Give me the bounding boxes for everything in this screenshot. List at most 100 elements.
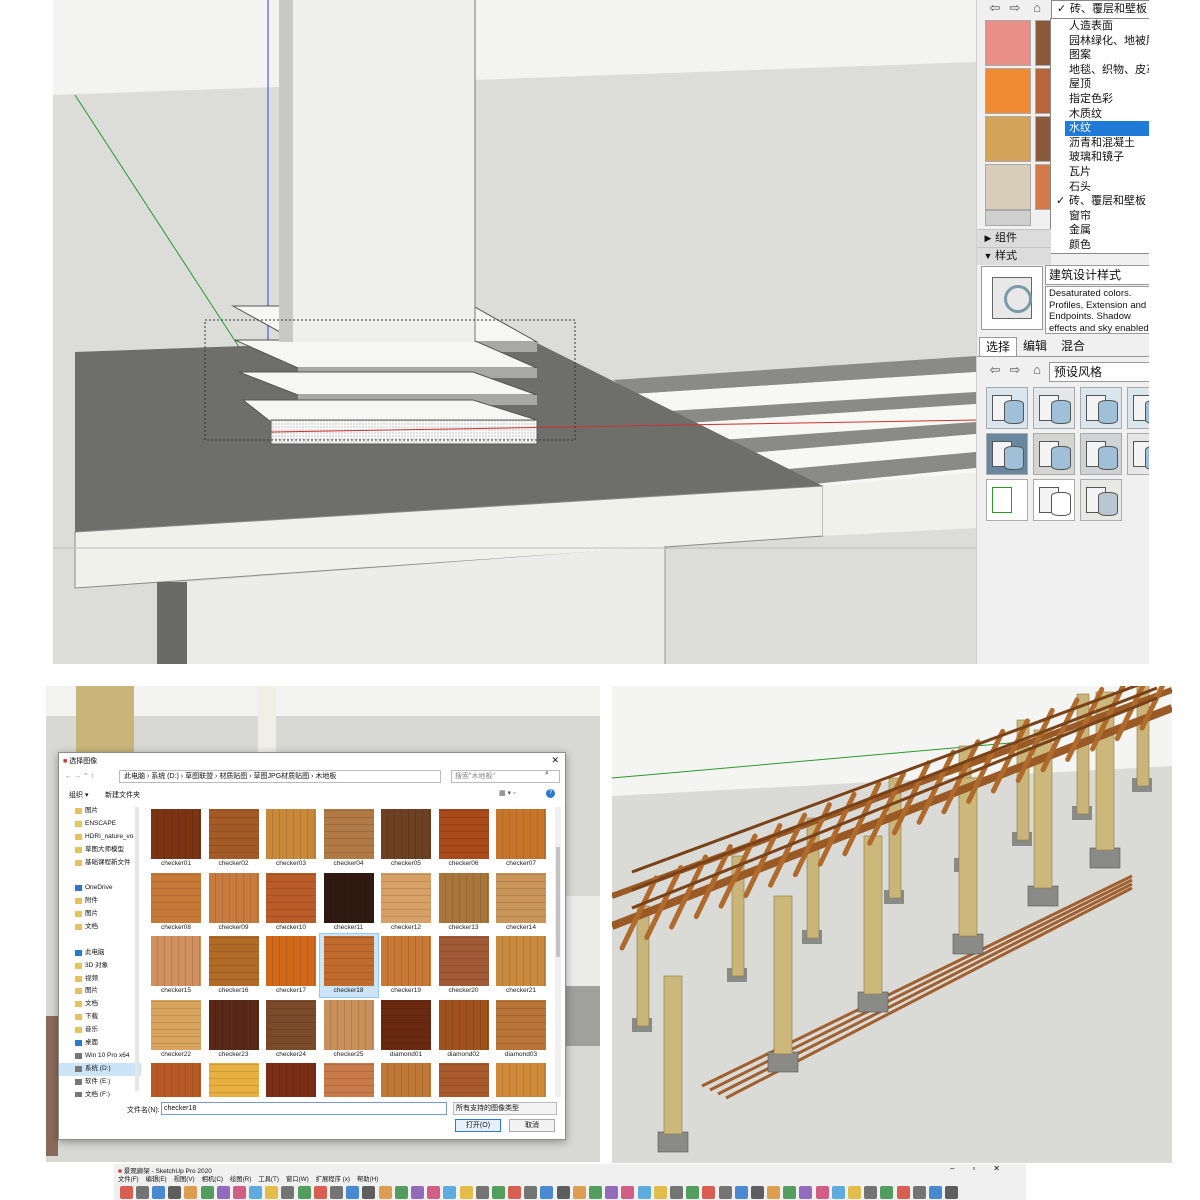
- breadcrumb-item[interactable]: 此电脑: [124, 773, 145, 780]
- file-item[interactable]: checker13: [435, 871, 493, 934]
- sidebar-item[interactable]: HDRI_nature_vo: [59, 831, 141, 844]
- material-category-list[interactable]: 人造表面 园林绿化、地被层 图案 地毯、织物、皮革 屋顶 指定色彩 木质纹 水纹 沥青和混凝土玻…: [1050, 18, 1149, 254]
- material-category-item[interactable]: 屋顶: [1051, 77, 1149, 92]
- toolbar-tool-icon[interactable]: [119, 1186, 133, 1199]
- style-thumbnail[interactable]: [1080, 387, 1122, 429]
- file-item[interactable]: checker24: [262, 998, 320, 1061]
- toolbar-tool-icon[interactable]: [508, 1186, 522, 1199]
- file-item[interactable]: checker16: [205, 934, 263, 997]
- file-item[interactable]: [377, 1061, 435, 1097]
- file-item[interactable]: checker15: [147, 934, 205, 997]
- toolbar-tool-icon[interactable]: [686, 1186, 700, 1199]
- search-input[interactable]: 搜索"木地板": [451, 770, 560, 783]
- material-category-item[interactable]: 颜色: [1051, 238, 1149, 253]
- toolbar-tool-icon[interactable]: [669, 1186, 683, 1199]
- help-icon[interactable]: ?: [546, 789, 555, 798]
- address-bar[interactable]: 此电脑 › 系统 (D:) › 草图联盟 › 材质贴图 › 草图JPG材质贴图 …: [119, 770, 441, 783]
- file-item[interactable]: [205, 1061, 263, 1097]
- toolbar-tool-icon[interactable]: [556, 1186, 570, 1199]
- toolbar-tool-icon[interactable]: [394, 1186, 408, 1199]
- cancel-button[interactable]: 取消: [509, 1119, 555, 1132]
- menu-item[interactable]: 帮助(H): [357, 1176, 378, 1183]
- toolbar-tool-icon[interactable]: [799, 1186, 813, 1199]
- toolbar-tool-icon[interactable]: [589, 1186, 603, 1199]
- material-category-item[interactable]: 水纹: [1065, 121, 1149, 136]
- navigation-pane[interactable]: 图片 ENSCAPE HDRI_nature_vo 草图大师模型 基础课程新文件 OneD…: [59, 805, 141, 1097]
- file-item[interactable]: checker25: [320, 998, 378, 1061]
- toolbar-tool-icon[interactable]: [653, 1186, 667, 1199]
- organize-button[interactable]: 组织 ▾: [69, 790, 88, 800]
- file-grid[interactable]: checker01 checker02 checker03 checker04 chec…: [147, 807, 553, 1097]
- toolbar-tool-icon[interactable]: [151, 1186, 165, 1199]
- toolbar-tool-icon[interactable]: [265, 1186, 279, 1199]
- toolbar-tool-icon[interactable]: [750, 1186, 764, 1199]
- material-category-item[interactable]: 窗帘: [1051, 209, 1149, 224]
- menu-item[interactable]: 工具(T): [258, 1176, 279, 1183]
- toolbar-tool-icon[interactable]: [945, 1186, 959, 1199]
- open-button[interactable]: 打开(O): [455, 1119, 501, 1132]
- toolbar-tool-icon[interactable]: [232, 1186, 246, 1199]
- toolbar-tool-icon[interactable]: [572, 1186, 586, 1199]
- sidebar-item[interactable]: 下载: [59, 1011, 141, 1024]
- tab-select[interactable]: 选择: [979, 337, 1018, 357]
- toolbar-tool-icon[interactable]: [831, 1186, 845, 1199]
- toolbar-tool-icon[interactable]: [718, 1186, 732, 1199]
- toolbar-tool-icon[interactable]: [216, 1186, 230, 1199]
- style-thumbnail[interactable]: [1080, 479, 1122, 521]
- new-folder-button[interactable]: 新建文件夹: [105, 790, 140, 800]
- toolbar-tool-icon[interactable]: [475, 1186, 489, 1199]
- sketchup-viewport-column[interactable]: [53, 0, 976, 664]
- toolbar-tool-icon[interactable]: [362, 1186, 376, 1199]
- file-item[interactable]: checker03: [262, 807, 320, 870]
- toolbar-tool-icon[interactable]: [540, 1186, 554, 1199]
- toolbar-tool-icon[interactable]: [815, 1186, 829, 1199]
- sidebar-item[interactable]: 系统 (D:): [59, 1062, 141, 1076]
- close-icon[interactable]: ✕: [551, 755, 559, 766]
- sketchup-viewport-pergola[interactable]: [612, 686, 1172, 1163]
- menu-bar[interactable]: 文件(F) 编辑(E) 视图(V) 相机(C) 绘图(R) 工具(T) 窗口(W) 扩展程序 …: [118, 1174, 385, 1183]
- material-category-item[interactable]: 沥青和混凝土: [1051, 136, 1149, 151]
- sidebar-item[interactable]: OneDrive: [59, 882, 141, 895]
- window-controls[interactable]: –▫✕: [950, 1164, 1018, 1173]
- toolbar-tool-icon[interactable]: [783, 1186, 797, 1199]
- sidebar-item[interactable]: 文档: [59, 998, 141, 1011]
- file-item[interactable]: diamond03: [492, 998, 550, 1061]
- material-category-item[interactable]: 砖、覆层和壁板: [1051, 194, 1149, 209]
- material-category-item[interactable]: 园林绿化、地被层: [1051, 34, 1149, 49]
- file-item[interactable]: checker14: [492, 871, 550, 934]
- material-swatch[interactable]: [985, 164, 1031, 210]
- style-thumbnail[interactable]: [1127, 433, 1149, 475]
- breadcrumb-item[interactable]: 草图联盟: [185, 773, 213, 780]
- sidebar-scrollbar[interactable]: [135, 807, 139, 1091]
- file-item[interactable]: checker20: [435, 934, 493, 997]
- file-item[interactable]: checker02: [205, 807, 263, 870]
- style-thumbnail[interactable]: [986, 387, 1028, 429]
- material-category-item[interactable]: 木质纹: [1051, 107, 1149, 122]
- file-item[interactable]: checker04: [320, 807, 378, 870]
- file-item[interactable]: [262, 1061, 320, 1097]
- toolbar-tool-icon[interactable]: [330, 1186, 344, 1199]
- file-item[interactable]: diamond01: [377, 998, 435, 1061]
- file-item[interactable]: [492, 1061, 550, 1097]
- filetype-select[interactable]: 所有支持的图像类型: [453, 1102, 557, 1115]
- material-category-item[interactable]: 图案: [1051, 48, 1149, 63]
- menu-item[interactable]: 绘图(R): [230, 1176, 251, 1183]
- file-item[interactable]: [435, 1061, 493, 1097]
- style-thumbnail-large[interactable]: [981, 266, 1043, 330]
- view-options-icon[interactable]: ▦ ▾ ▫: [499, 789, 516, 797]
- forward-arrow-icon[interactable]: ⇨: [1007, 0, 1023, 16]
- back-arrow-icon[interactable]: ⇦: [987, 0, 1003, 16]
- home-icon[interactable]: ⌂: [1029, 362, 1045, 378]
- breadcrumb-item[interactable]: 草图JPG材质贴图: [254, 773, 310, 780]
- home-icon[interactable]: ⌂: [1029, 0, 1045, 16]
- toolbar-tool-icon[interactable]: [880, 1186, 894, 1199]
- toolbar-tool-icon[interactable]: [184, 1186, 198, 1199]
- toolbar-tool-icon[interactable]: [443, 1186, 457, 1199]
- sidebar-item[interactable]: 3D 对象: [59, 960, 141, 973]
- material-swatch[interactable]: [985, 20, 1031, 66]
- style-thumbnail[interactable]: [1033, 479, 1075, 521]
- material-category-item[interactable]: 瓦片: [1051, 165, 1149, 180]
- sidebar-item[interactable]: 图片: [59, 908, 141, 921]
- file-item[interactable]: checker22: [147, 998, 205, 1061]
- sidebar-item[interactable]: 草图大师模型: [59, 844, 141, 857]
